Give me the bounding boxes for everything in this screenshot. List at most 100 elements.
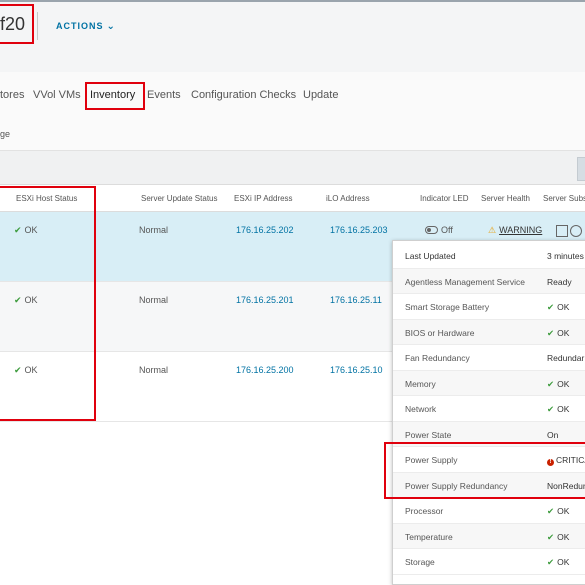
check-icon: ✔ [547,506,555,516]
popover-value: On [547,429,559,440]
status-text: OK [557,506,570,516]
popover-label: Power Supply [405,455,458,465]
popover-row-agentless-management-service: Agentless Management Service Ready [393,268,585,294]
subnav-item[interactable]: ge [0,129,10,139]
tab-vvol-vms[interactable]: VVol VMs [33,89,81,101]
check-icon: ✔ [14,225,22,235]
critical-icon: ! [547,459,554,466]
ilo-address-link[interactable]: 176.16.25.203 [330,225,388,235]
indicator-led-cell[interactable]: Off [425,225,453,235]
column-header-ilo-address[interactable]: iLO Address [326,194,370,203]
esxi-ip-link[interactable]: 176.16.25.200 [236,365,294,375]
popover-value: 3 minutes [547,251,584,261]
led-state-text: Off [441,225,453,235]
popover-row-power-state: Power State On [393,421,585,447]
popover-row-fan-redundancy: Fan Redundancy Redundar [393,345,585,371]
popover-label: Storage [405,557,435,567]
check-icon: ✔ [547,404,555,414]
grid-toolbar [0,150,585,185]
ilo-address-link[interactable]: 176.16.25.10 [330,365,383,375]
host-status-cell: ✔ OK [14,225,38,236]
server-health-cell[interactable]: ⚠ WARNING [488,225,542,236]
actions-menu-button[interactable]: ACTIONS ⌄ [56,21,116,32]
column-header-server-health[interactable]: Server Health [481,194,530,203]
popover-row-last-updated: Last Updated 3 minutes [393,243,585,269]
tab-datastores[interactable]: tores [0,89,24,101]
popover-label: Network [405,404,437,414]
server-subsystems-cell[interactable] [556,225,584,237]
status-text: OK [557,557,570,567]
popover-label: Power State [405,429,452,440]
popover-value: Ready [547,276,572,287]
check-icon: ✔ [14,365,22,375]
popover-label: BIOS or Hardware [405,327,475,338]
column-header-indicator-led[interactable]: Indicator LED [420,194,468,203]
popover-value: NonRedun [547,480,585,491]
popover-row-power-supply: Power Supply !CRITICA [393,447,585,473]
popover-label: Processor [405,506,444,516]
popover-label: Temperature [405,531,453,542]
popover-value: ✔ OK [547,557,569,568]
check-icon: ✔ [14,295,22,305]
tab-configuration-checks[interactable]: Configuration Checks [191,89,296,101]
check-icon: ✔ [547,557,555,567]
status-text: OK [557,404,570,414]
popover-value: Redundar [547,353,585,363]
check-icon: ✔ [547,327,555,338]
popover-label: Last Updated [405,251,456,261]
actions-label: ACTIONS [56,21,104,31]
popover-row-temperature: Temperature ✔ OK [393,523,585,549]
toolbar-button[interactable] [577,157,585,181]
popover-row-network: Network ✔ OK [393,396,585,422]
popover-value: ✔ OK [547,328,569,339]
check-icon: ✔ [547,302,555,312]
check-icon: ✔ [547,378,555,389]
host-status-text: OK [24,225,38,235]
warning-icon: ⚠ [488,225,497,235]
ilo-address-link[interactable]: 176.16.25.11 [330,295,382,305]
tab-inventory[interactable]: Inventory [90,89,135,101]
popover-value: ✔ OK [547,379,569,390]
check-icon: ✔ [547,531,555,542]
chip-icon [556,225,568,237]
popover-value: ✔ OK [547,506,569,517]
server-health-link[interactable]: WARNING [499,225,542,235]
status-text: OK [557,327,570,338]
popover-label: Memory [405,378,436,389]
column-header-server-subsystems[interactable]: Server Subs [543,194,585,203]
popover-label: Agentless Management Service [405,276,526,287]
popover-label: Smart Storage Battery [405,302,490,312]
esxi-ip-link[interactable]: 176.16.25.201 [236,295,294,305]
chevron-down-icon: ⌄ [106,21,116,32]
update-status-cell: Normal [139,295,169,305]
status-text: OK [557,531,570,542]
column-header-server-update-status[interactable]: Server Update Status [141,194,217,203]
tab-bar: tores VVol VMs Inventory Events Configur… [0,72,585,115]
popover-value: ✔ OK [547,302,569,313]
tab-events[interactable]: Events [147,89,181,101]
popover-row-bios-or-hardware: BIOS or Hardware ✔ OK [393,319,585,345]
title-divider [37,12,38,40]
update-status-cell: Normal [139,225,169,235]
object-header: f20 ACTIONS ⌄ [0,0,585,72]
host-status-cell: ✔ OK [14,365,38,376]
popover-row-memory: Memory ✔ OK [393,370,585,396]
subsystem-status-popover: Last Updated 3 minutes Agentless Managem… [392,240,585,585]
popover-label: Fan Redundancy [405,353,470,363]
status-text: OK [557,302,570,312]
popover-value: ✔ OK [547,532,569,543]
popover-value: ✔ OK [547,404,569,415]
popover-row-processor: Processor ✔ OK [393,498,585,524]
tab-update[interactable]: Update [303,89,338,101]
temperature-icon [570,225,582,237]
page-title: f20 [0,14,26,34]
popover-label: Power Supply Redundancy [405,480,508,491]
host-status-text: OK [24,295,38,305]
popover-row-smart-storage-battery: Smart Storage Battery ✔ OK [393,294,585,320]
status-text: CRITICA [556,455,585,465]
led-toggle-icon [425,226,438,234]
column-header-esxi-host-status[interactable]: ESXi Host Status [16,194,77,203]
column-header-esxi-ip-address[interactable]: ESXi IP Address [234,194,293,203]
esxi-ip-link[interactable]: 176.16.25.202 [236,225,294,235]
status-text: OK [557,378,570,389]
